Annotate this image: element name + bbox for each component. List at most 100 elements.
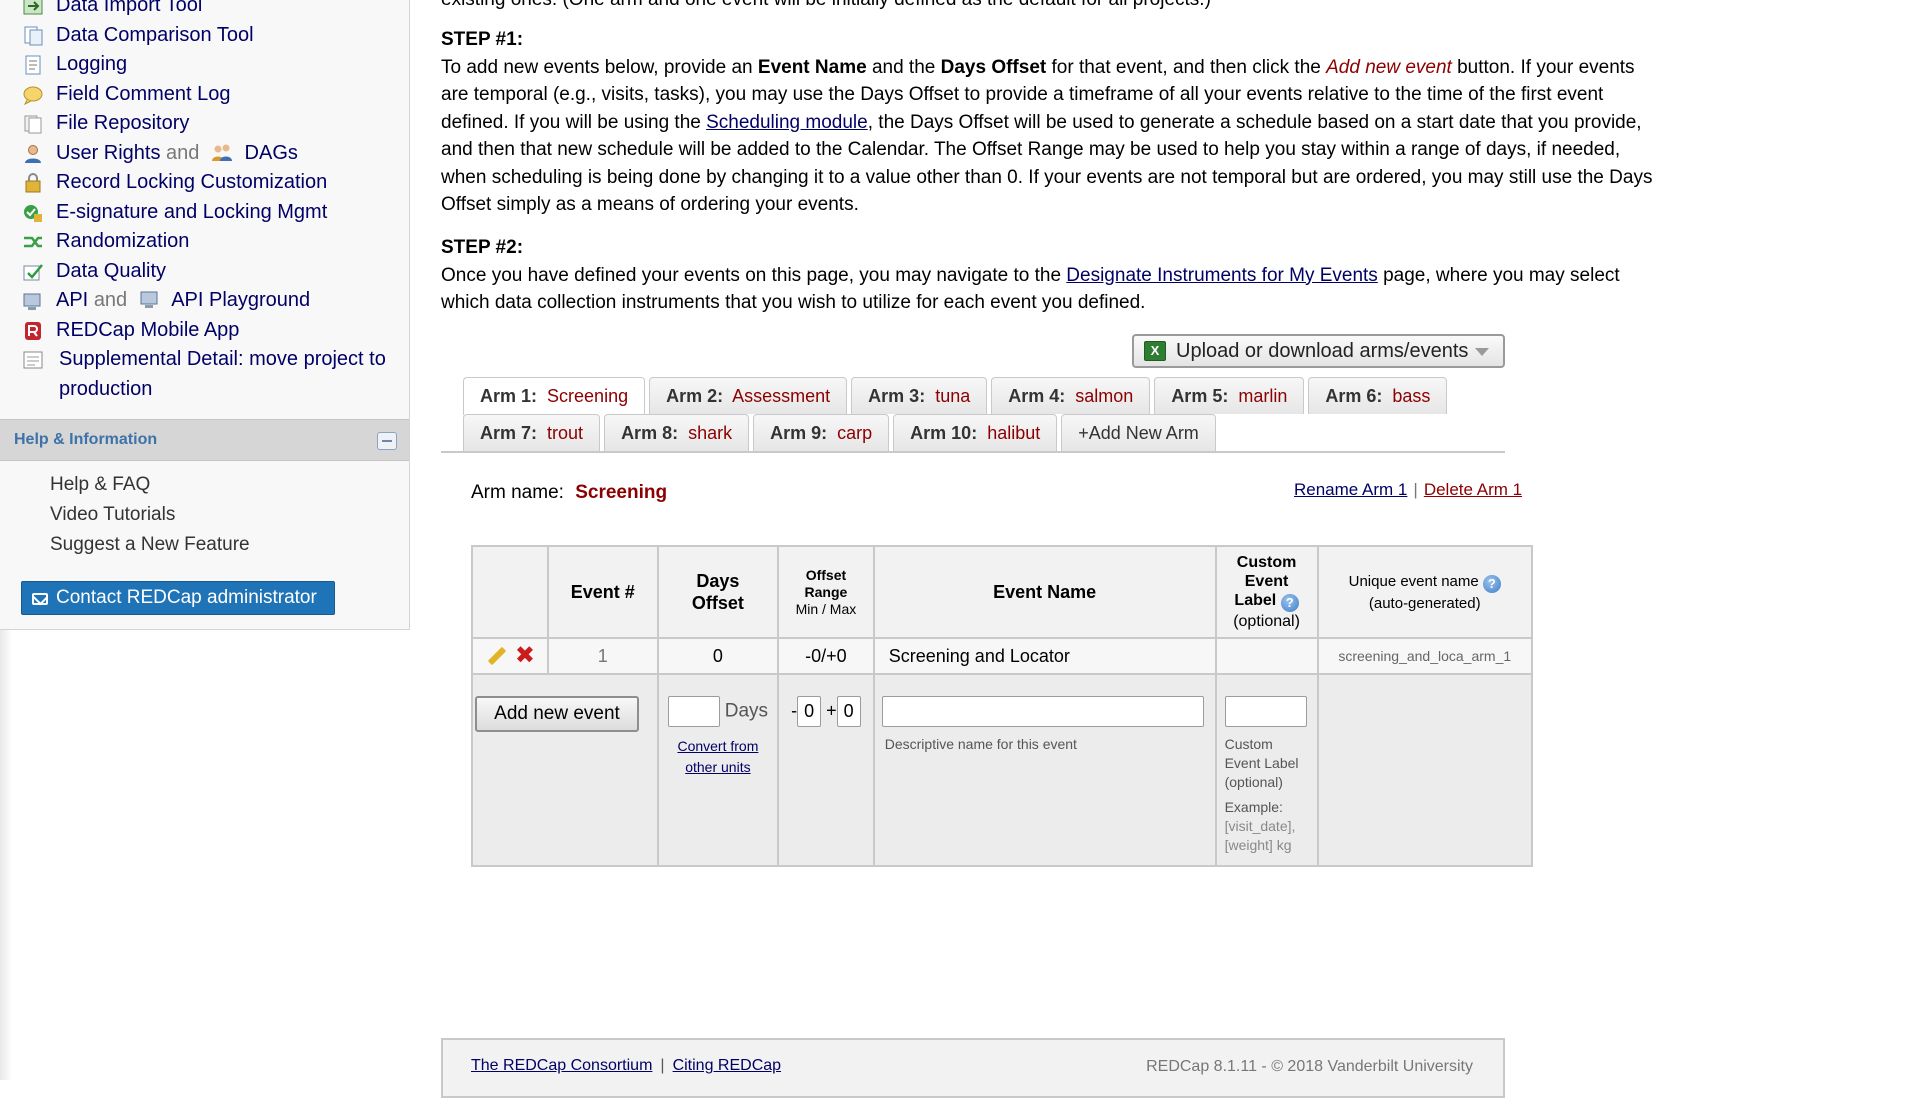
intro-tail-text: existing ones. (One arm and one event wi… [441, 0, 1661, 14]
menu-label[interactable]: Record Locking Customization [56, 168, 327, 198]
offset-max-input[interactable]: 0 [836, 696, 861, 727]
example-label: Example: [1224, 799, 1283, 815]
menu-api-link[interactable]: API [56, 289, 88, 311]
step1-title: STEP #1: [441, 29, 524, 50]
menu-field-comment-log[interactable]: Field Comment Log [20, 80, 409, 110]
user-icon [25, 144, 41, 163]
logging-icon [25, 55, 41, 75]
cell-offset-range: -0/+0 [777, 637, 875, 675]
cell-custom-label [1214, 637, 1319, 675]
citing-redcap-link[interactable]: Citing REDCap [673, 1057, 781, 1074]
left-sidebar: Data Import Tool Data Comparison Tool Lo… [0, 0, 410, 630]
new-custom-cell: Custom Event Label (optional) Example: [… [1214, 673, 1319, 867]
file-repository-icon [24, 115, 42, 134]
add-new-event-button[interactable]: Add new event [475, 696, 639, 732]
arm-tabs-row-2: Arm 7: trout Arm 8: shark Arm 9: carp Ar… [463, 414, 1220, 451]
delete-arm-link[interactable]: Delete Arm 1 [1424, 480, 1522, 499]
upload-button-label: Upload or download arms/events [1176, 340, 1469, 362]
menu-label[interactable]: Data Quality [56, 257, 166, 287]
menu-data-quality[interactable]: Data Quality [20, 257, 409, 287]
new-range-cell: -0 +0 [777, 673, 875, 867]
menu-user-rights-link[interactable]: User Rights [56, 142, 160, 164]
menu-label[interactable]: Field Comment Log [56, 80, 231, 110]
event-name-hint: Descriptive name for this event [884, 736, 1077, 752]
cell-unique-name: screening_and_loca_arm_1 [1316, 637, 1534, 675]
example-text: [visit_date], [weight] kg [1224, 818, 1296, 853]
convert-units-link[interactable]: Convert from other units [677, 738, 758, 775]
menu-record-locking[interactable]: Record Locking Customization [20, 168, 409, 198]
designate-instruments-link[interactable]: Designate Instruments for My Events [1066, 265, 1378, 286]
menu-data-import-tool[interactable]: Data Import Tool [20, 0, 409, 21]
application-menu: Data Import Tool Data Comparison Tool Lo… [20, 0, 409, 404]
new-name-cell: Descriptive name for this event [872, 673, 1217, 867]
custom-label-input[interactable] [1224, 696, 1307, 727]
tab-arm-8[interactable]: Arm 8: shark [604, 414, 750, 451]
cell-event-name: Screening and Locator [872, 637, 1217, 675]
tab-arm-2[interactable]: Arm 2: Assessment [649, 377, 848, 414]
new-days-cell: Days Convert from other units [656, 673, 780, 867]
contact-admin-label: Contact REDCap administrator [56, 587, 317, 608]
video-tutorials-link[interactable]: Video Tutorials [50, 500, 250, 530]
esignature-icon [24, 204, 42, 222]
menu-dags-link[interactable]: DAGs [245, 142, 298, 164]
menu-randomization[interactable]: Randomization [20, 227, 409, 257]
help-links: Help & FAQ Video Tutorials Suggest a New… [50, 470, 250, 560]
redcap-consortium-link[interactable]: The REDCap Consortium [471, 1057, 652, 1074]
scheduling-module-link[interactable]: Scheduling module [706, 112, 868, 133]
menu-api-playground-link[interactable]: API Playground [171, 289, 310, 311]
new-unique-cell [1316, 673, 1534, 867]
tab-arm-7[interactable]: Arm 7: trout [463, 414, 601, 451]
data-quality-icon [23, 263, 43, 280]
header-event-name: Event Name [872, 545, 1217, 639]
menu-label[interactable]: Randomization [56, 227, 189, 257]
tab-arm-4[interactable]: Arm 4: salmon [991, 377, 1151, 414]
collapse-icon[interactable] [377, 432, 397, 450]
menu-label[interactable]: Logging [56, 50, 127, 80]
randomization-icon [24, 236, 42, 248]
delete-icon[interactable]: ✖ [515, 644, 535, 668]
contact-admin-button[interactable]: Contact REDCap administrator [21, 581, 335, 615]
suggest-feature-link[interactable]: Suggest a New Feature [50, 530, 250, 560]
tab-arm-10[interactable]: Arm 10: halibut [893, 414, 1058, 451]
menu-mobile-app[interactable]: REDCap Mobile App [20, 316, 409, 346]
menu-label[interactable]: Data Import Tool [56, 0, 202, 21]
and-text: and [93, 289, 128, 311]
menu-esignature[interactable]: E-signature and Locking Mgmt [20, 198, 409, 228]
tab-arm-3[interactable]: Arm 3: tuna [851, 377, 988, 414]
menu-label[interactable]: REDCap Mobile App [56, 316, 239, 346]
help-icon[interactable]: ? [1280, 594, 1299, 612]
menu-label[interactable]: E-signature and Locking Mgmt [56, 198, 327, 228]
menu-supplemental-detail[interactable]: Supplemental Detail: move project to pro… [20, 345, 409, 404]
menu-label[interactable]: Supplemental Detail: move project to pro… [20, 345, 400, 404]
tab-arm-6[interactable]: Arm 6: bass [1308, 377, 1448, 414]
rename-arm-link[interactable]: Rename Arm 1 [1294, 480, 1407, 499]
data-import-icon [23, 0, 43, 15]
menu-logging[interactable]: Logging [20, 50, 409, 80]
menu-file-repository[interactable]: File Repository [20, 109, 409, 139]
help-icon[interactable]: ? [1482, 574, 1501, 593]
tab-arm-5[interactable]: Arm 5: marlin [1154, 377, 1305, 414]
tab-arm-1[interactable]: Arm 1: Screening [463, 377, 646, 415]
arm-name-row: Arm name: Screening [471, 482, 667, 504]
menu-data-comparison-tool[interactable]: Data Comparison Tool [20, 21, 409, 51]
step2-title: STEP #2: [441, 237, 524, 258]
days-offset-input[interactable] [667, 696, 720, 727]
menu-label[interactable]: Data Comparison Tool [56, 21, 254, 51]
menu-label[interactable]: File Repository [56, 109, 189, 139]
offset-min-input[interactable]: 0 [797, 696, 822, 727]
upload-download-arms-events-button[interactable]: X Upload or download arms/events [1132, 334, 1505, 368]
add-event-cell: Add new event [471, 673, 659, 867]
event-name-input[interactable] [881, 696, 1204, 727]
table-row: ✖ 1 0 -0/+0 Screening and Locator screen… [471, 637, 1534, 675]
help-section-title: Help & Information [14, 431, 158, 448]
help-faq-link[interactable]: Help & FAQ [50, 470, 250, 500]
data-comparison-icon [24, 26, 43, 45]
tab-arm-9[interactable]: Arm 9: carp [753, 414, 890, 451]
api-playground-icon [140, 291, 158, 308]
cell-days-offset: 0 [656, 637, 780, 675]
tab-add-new-arm[interactable]: +Add New Arm [1061, 414, 1216, 451]
pencil-icon[interactable] [485, 645, 507, 667]
arm-name-value: Screening [575, 482, 668, 503]
arm-name-label: Arm name: [471, 482, 564, 503]
step2-section: STEP #2: Once you have defined your even… [441, 234, 1661, 317]
